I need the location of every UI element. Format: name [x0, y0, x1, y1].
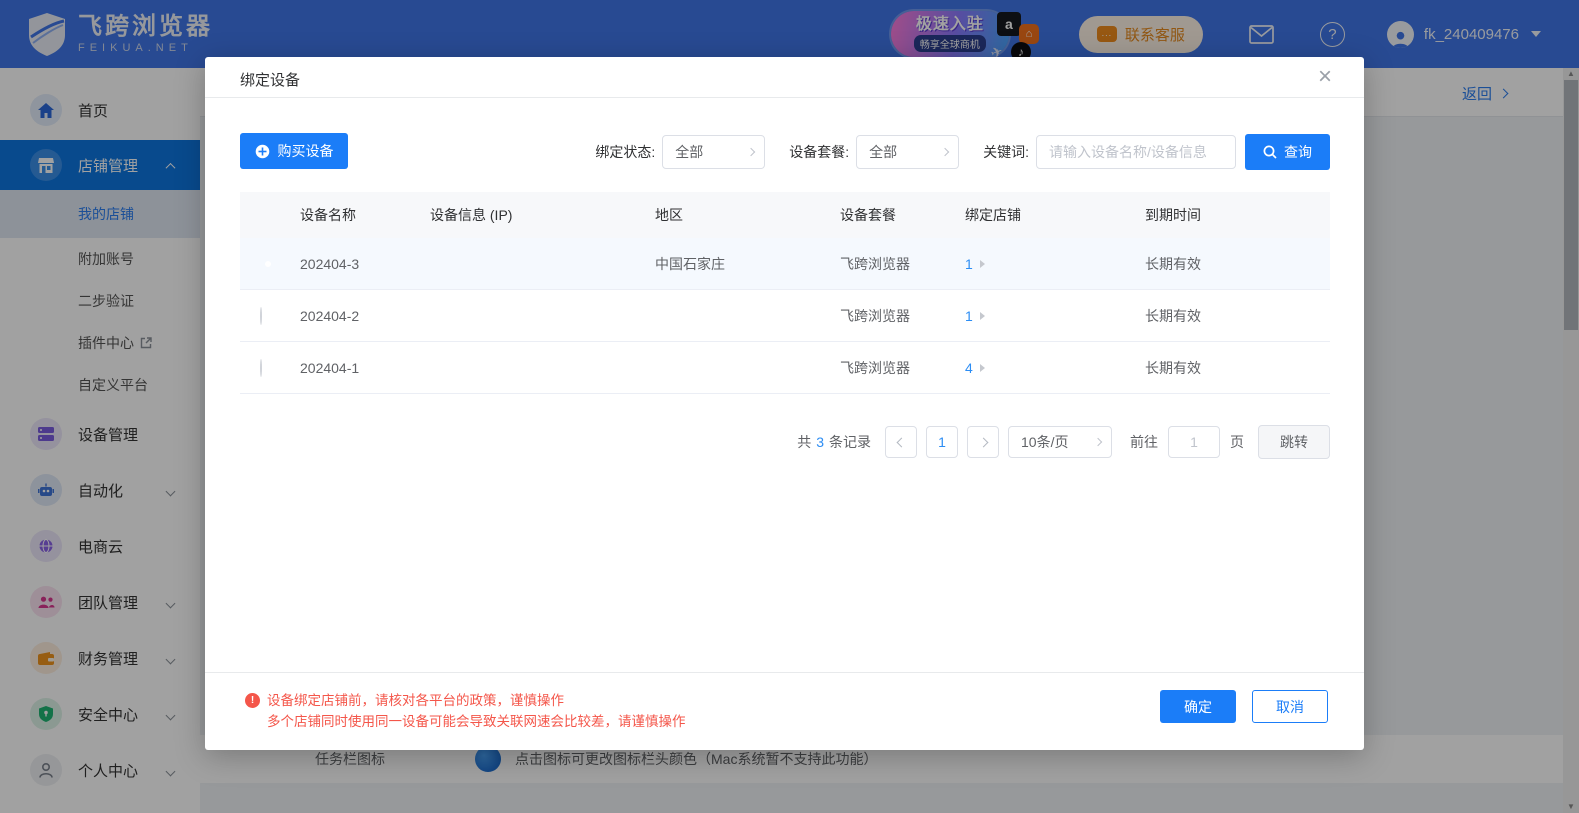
chevron-left-icon: [896, 437, 906, 447]
row-radio[interactable]: [260, 307, 262, 325]
warning-line2: 多个店铺同时使用同一设备可能会导致关联网速会比较差，请谨慎操作: [267, 711, 686, 732]
close-icon[interactable]: ×: [1312, 63, 1338, 91]
col-device-info: 设备信息 (IP): [430, 205, 655, 225]
chevron-right-icon: [747, 148, 755, 156]
page: 飞跨浏览器 FEIKUA.NET 极速入驻 畅享全球商机 a ⌂ ♪ ✈ ...…: [0, 0, 1579, 813]
expand-triangle-icon: [980, 260, 985, 268]
modal-footer-divider: [205, 672, 1364, 673]
device-table: 设备名称 设备信息 (IP) 地区 设备套餐 绑定店铺 到期时间 202404-…: [240, 192, 1330, 394]
goto-page-input[interactable]: [1168, 426, 1220, 458]
device-name: 202404-1: [300, 360, 430, 376]
device-package-select[interactable]: 全部: [856, 135, 959, 169]
col-package: 设备套餐: [840, 205, 965, 225]
chevron-right-icon: [978, 437, 988, 447]
pagination: 共 3 条记录 1 10条/页 前往 页 跳转: [797, 425, 1330, 459]
device-package: 飞跨浏览器: [840, 306, 965, 326]
device-name: 202404-3: [300, 256, 430, 272]
bind-status-label: 绑定状态:: [595, 142, 655, 162]
device-package: 飞跨浏览器: [840, 358, 965, 378]
cancel-button[interactable]: 取消: [1252, 690, 1328, 723]
next-page-button[interactable]: [967, 426, 999, 458]
table-row[interactable]: 202404-2 飞跨浏览器 1 长期有效: [240, 290, 1330, 342]
expand-triangle-icon: [980, 364, 985, 372]
device-name: 202404-2: [300, 308, 430, 324]
col-device-name: 设备名称: [300, 205, 430, 225]
device-package-label: 设备套餐:: [789, 142, 849, 162]
device-expire: 长期有效: [1145, 306, 1330, 326]
row-radio[interactable]: [260, 359, 262, 377]
confirm-button[interactable]: 确定: [1160, 690, 1236, 723]
col-region: 地区: [655, 205, 840, 225]
search-icon: [1263, 145, 1277, 159]
warning-line1: 设备绑定店铺前，请核对各平台的政策，谨慎操作: [267, 690, 564, 711]
current-page-button[interactable]: 1: [926, 426, 958, 458]
bind-status-select[interactable]: 全部: [662, 135, 765, 169]
goto-label: 前往: [1130, 432, 1158, 452]
bound-shops-link[interactable]: 1: [965, 308, 1145, 324]
warning-text-block: ! 设备绑定店铺前，请核对各平台的政策，谨慎操作 多个店铺同时使用同一设备可能会…: [245, 690, 686, 732]
pagination-total: 共 3 条记录: [797, 432, 871, 452]
col-expire-time: 到期时间: [1145, 205, 1330, 225]
page-unit-label: 页: [1230, 432, 1244, 452]
page-size-select[interactable]: 10条/页: [1008, 426, 1112, 458]
device-package: 飞跨浏览器: [840, 254, 965, 274]
buy-device-button[interactable]: 购买设备: [240, 133, 348, 169]
plus-circle-icon: [255, 144, 270, 159]
device-expire: 长期有效: [1145, 358, 1330, 378]
bound-shops-link[interactable]: 1: [965, 256, 1145, 272]
table-row[interactable]: 202404-3 中国石家庄 飞跨浏览器 1 长期有效: [240, 238, 1330, 290]
bind-device-modal: 绑定设备 × 购买设备 绑定状态: 全部 设备套餐: 全部 关键词: 查询: [205, 57, 1364, 750]
col-bound-shops: 绑定店铺: [965, 205, 1145, 225]
device-expire: 长期有效: [1145, 254, 1330, 274]
chevron-right-icon: [1094, 438, 1102, 446]
chevron-right-icon: [941, 148, 949, 156]
expand-triangle-icon: [980, 312, 985, 320]
keyword-input[interactable]: [1036, 135, 1236, 169]
warning-icon: !: [245, 693, 260, 708]
table-row[interactable]: 202404-1 飞跨浏览器 4 长期有效: [240, 342, 1330, 394]
bound-shops-link[interactable]: 4: [965, 360, 1145, 376]
modal-title-divider: [205, 97, 1364, 98]
prev-page-button[interactable]: [885, 426, 917, 458]
search-button[interactable]: 查询: [1245, 134, 1330, 170]
filter-bar: 绑定状态: 全部 设备套餐: 全部 关键词: 查询: [595, 134, 1330, 170]
table-header-row: 设备名称 设备信息 (IP) 地区 设备套餐 绑定店铺 到期时间: [240, 192, 1330, 238]
modal-title: 绑定设备: [240, 69, 300, 90]
device-region: 中国石家庄: [655, 254, 840, 274]
jump-button[interactable]: 跳转: [1258, 425, 1330, 459]
keyword-label: 关键词:: [983, 142, 1029, 162]
